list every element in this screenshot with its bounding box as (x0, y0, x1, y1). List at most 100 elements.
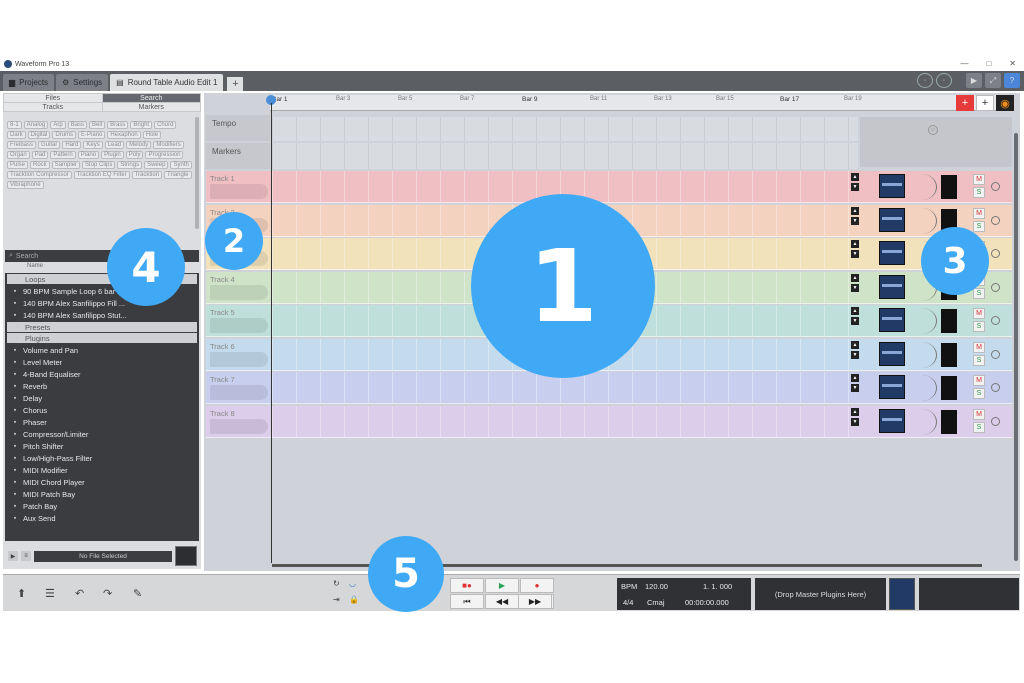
tag-chip[interactable]: Plugin (101, 151, 124, 159)
volume-fader[interactable] (879, 207, 905, 232)
solo-button[interactable]: S (973, 287, 985, 299)
tag-chip[interactable]: Strings (117, 161, 143, 169)
markers-lane[interactable] (272, 143, 858, 169)
arrow-up-icon[interactable]: ▲ (851, 273, 859, 282)
tab-settings[interactable]: ⚙ Settings (56, 74, 109, 91)
mute-button[interactable]: M (973, 375, 985, 386)
mute-button[interactable]: M (973, 174, 985, 185)
time-signature[interactable]: 4/4 (623, 598, 633, 607)
markers-lane-label[interactable]: Markers (206, 143, 270, 169)
tag-chip[interactable]: Tracktion EQ Filter (73, 171, 130, 179)
arrow-down-icon[interactable]: ▼ (851, 250, 859, 258)
settings-preview-icon[interactable]: ≡ (21, 551, 31, 561)
tag-chip[interactable]: Melody (126, 141, 152, 149)
tag-chip[interactable]: Synth (170, 161, 192, 169)
close-button[interactable]: ✕ (1009, 59, 1016, 68)
record-stop-button[interactable]: ■● (450, 578, 484, 593)
visibility-icon[interactable] (991, 349, 1000, 359)
track-row[interactable]: Track 1 ▲ ▼ M S (206, 171, 1012, 203)
tag-chip[interactable]: Keys (83, 141, 103, 149)
tag-chip[interactable]: Sampler (51, 161, 81, 169)
master-fader[interactable] (889, 578, 915, 610)
visibility-icon[interactable] (991, 316, 1000, 325)
mute-button[interactable]: M (973, 408, 985, 420)
maximize-button[interactable]: □ (986, 59, 991, 68)
tag-chip[interactable]: Vibraphone (7, 181, 44, 189)
undo-icon[interactable]: ↶ (75, 587, 84, 600)
edit-mode-icon[interactable]: ⇥ (333, 595, 340, 604)
tag-chip[interactable]: Digital (27, 131, 51, 139)
browser-item[interactable]: ▪ Level Meter (5, 356, 199, 368)
tag-chip[interactable]: Modifiers (153, 141, 184, 149)
tag-chip[interactable]: Guitar (38, 141, 61, 149)
solo-button[interactable]: S (973, 354, 985, 366)
arrow-down-icon[interactable]: ▼ (851, 317, 859, 325)
volume-fader[interactable] (879, 274, 905, 299)
timeline-ruler[interactable]: Bar 1 Bar 3 Bar 5 Bar 7 Bar 9 Bar 11 Bar 13 Bar… (270, 95, 1014, 111)
vertical-scrollbar[interactable] (1014, 133, 1018, 561)
to-start-button[interactable]: ⏮ (450, 594, 484, 609)
volume-fader[interactable] (879, 408, 905, 433)
track-header-tab[interactable] (210, 418, 268, 434)
volume-fader[interactable] (879, 375, 905, 399)
tag-chip[interactable]: Bright (130, 121, 153, 129)
pan-knob[interactable] (907, 341, 937, 368)
mute-button[interactable]: M (973, 207, 985, 219)
tag-chip[interactable]: 8-1 (7, 121, 22, 129)
arrow-down-icon[interactable]: ▼ (851, 417, 859, 426)
browser-item[interactable]: ▪ MIDI Patch Bay (5, 488, 199, 500)
tag-chip[interactable]: Freibass (7, 141, 37, 149)
arrow-down-icon[interactable]: ▼ (851, 283, 859, 292)
track-header-tab[interactable] (210, 184, 268, 199)
loop-icon[interactable]: ↻ (333, 579, 340, 588)
arrow-up-icon[interactable]: ▲ (851, 407, 859, 416)
track-header-tab[interactable] (210, 385, 268, 400)
arrow-up-icon[interactable]: ▲ (851, 240, 859, 248)
master-settings-icon[interactable]: ⊙ (928, 125, 938, 135)
visibility-icon[interactable] (991, 282, 1000, 292)
pan-knob[interactable] (907, 308, 937, 334)
play-preview-icon[interactable]: ▶ (8, 551, 18, 561)
arrow-down-icon[interactable]: ▼ (851, 384, 859, 392)
pan-knob[interactable] (907, 174, 937, 200)
arrow-up-icon[interactable]: ▲ (851, 374, 859, 382)
tag-chip[interactable]: Triangle (164, 171, 192, 179)
track-row[interactable]: Track 7 ▲ ▼ M S (206, 372, 1012, 404)
fast-forward-button[interactable]: ▶▶ (518, 594, 552, 609)
browser-item[interactable]: ▪ Compressor/Limiter (5, 428, 199, 440)
browser-item[interactable]: ▪ 140 BPM Alex Sanfilippo Stut... (5, 309, 199, 321)
snap-icon[interactable]: ◡ (349, 579, 356, 588)
visibility-icon[interactable] (991, 215, 1000, 225)
browser-item[interactable]: ▪ Volume and Pan (5, 344, 199, 356)
arrow-down-icon[interactable]: ▼ (851, 216, 859, 225)
tag-scrollbar[interactable] (195, 117, 199, 229)
tag-chip[interactable]: Pattern (50, 151, 76, 159)
tag-chip[interactable]: Pulse (7, 161, 29, 169)
tag-chip[interactable]: Bell (89, 121, 106, 129)
add-track-button[interactable]: + (956, 95, 974, 111)
visibility-icon[interactable] (991, 249, 1000, 258)
volume-fader[interactable] (879, 241, 905, 265)
tag-chip[interactable]: Poly (125, 151, 144, 159)
browser-item[interactable]: ▪ Aux Send (5, 512, 199, 524)
tag-chip[interactable]: Bass (67, 121, 88, 129)
video-icon[interactable]: ▶ (966, 73, 982, 88)
tag-chip[interactable]: Piano (77, 151, 100, 159)
visibility-icon[interactable] (991, 416, 1000, 426)
tag-chip[interactable]: Brass (107, 121, 129, 129)
browser-item[interactable]: ▪ Delay (5, 392, 199, 404)
browser-item[interactable]: ▪ 4-Band Equaliser (5, 368, 199, 380)
browser-category[interactable]: ▾ Presets (7, 322, 197, 332)
tag-chip[interactable]: Sweep (144, 161, 169, 169)
pan-knob[interactable] (907, 408, 937, 435)
play-button[interactable]: ▶ (485, 578, 519, 593)
key-signature[interactable]: Cmaj (647, 598, 665, 607)
track-name[interactable]: Track 7 (210, 375, 235, 384)
tag-chip[interactable]: Chord (154, 121, 177, 129)
browser-item[interactable]: ▪ 140 BPM Alex Sanfilippo Fill ... (5, 297, 199, 309)
solo-button[interactable]: S (973, 321, 985, 332)
arrow-up-icon[interactable]: ▲ (851, 206, 859, 215)
tag-chip[interactable]: Hexaphon (107, 131, 141, 139)
redo-icon[interactable]: ↷ (103, 587, 112, 600)
track-header-tab[interactable] (210, 351, 268, 367)
